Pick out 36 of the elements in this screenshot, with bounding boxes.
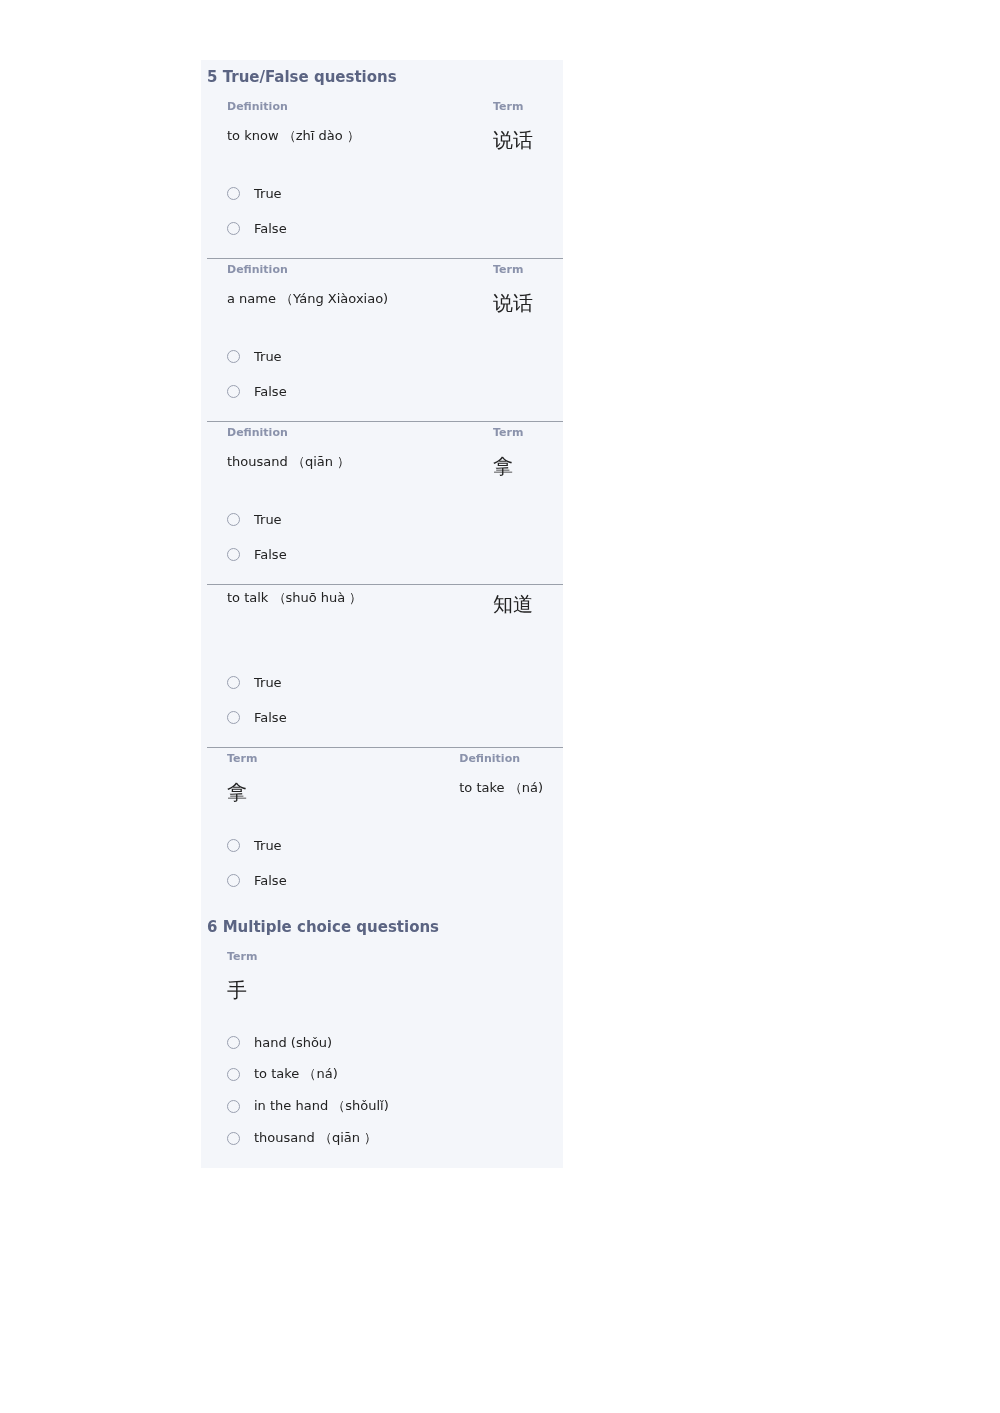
term-text: 说话: [493, 127, 534, 154]
term-label: Term: [493, 263, 525, 276]
term-label: Term: [493, 426, 525, 439]
option-label[interactable]: in the hand （shǒulǐ): [254, 1097, 389, 1115]
definition-label: Definition: [459, 752, 522, 765]
option-label[interactable]: thousand （qiān ）: [254, 1129, 378, 1147]
definition-text: to take （ná): [459, 779, 543, 797]
definition-text: a name （Yáng Xiàoxiao): [227, 290, 389, 308]
section-title: 5 True/False questions: [206, 67, 398, 88]
term-text: 拿: [493, 453, 514, 480]
option-label[interactable]: False: [254, 873, 287, 888]
term-label: Term: [227, 950, 258, 963]
option-label[interactable]: hand (shǒu): [254, 1034, 333, 1050]
term-text: 说话: [493, 290, 534, 317]
option-label[interactable]: True: [254, 675, 282, 690]
term-label: Term: [493, 100, 525, 113]
option-label[interactable]: True: [254, 186, 282, 201]
option-label[interactable]: True: [254, 838, 282, 853]
term-text: 知道: [493, 591, 534, 618]
option-label[interactable]: False: [254, 547, 287, 562]
option-label[interactable]: True: [254, 349, 282, 364]
option-label[interactable]: False: [254, 384, 287, 399]
term-label: Term: [227, 752, 258, 765]
definition-label: Definition: [227, 100, 289, 113]
definition-label: Definition: [227, 426, 289, 439]
option-label[interactable]: to take （ná): [254, 1065, 338, 1083]
option-label[interactable]: False: [254, 221, 287, 236]
definition-text: to talk （shuō huà ）: [227, 589, 363, 607]
option-label[interactable]: False: [254, 710, 287, 725]
term-text: 拿: [227, 779, 248, 806]
option-label[interactable]: True: [254, 512, 282, 527]
definition-label: Definition: [227, 263, 289, 276]
section-title: 6 Multiple choice questions: [206, 917, 441, 938]
term-text: 手: [227, 977, 248, 1004]
definition-text: to know （zhī dào ）: [227, 127, 360, 145]
definition-text: thousand （qiān ）: [227, 453, 351, 471]
